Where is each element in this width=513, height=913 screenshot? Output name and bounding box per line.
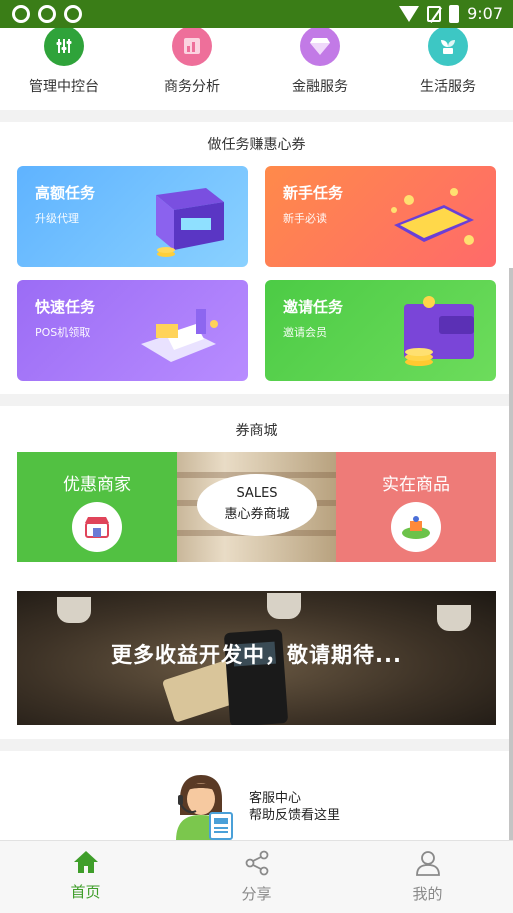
tab-home[interactable]: 首页 [0, 841, 171, 913]
app-notification-icon [64, 5, 82, 23]
home-icon [73, 851, 98, 873]
discount-merchants-label: 优惠商家 [63, 475, 131, 495]
tab-label: 首页 [70, 883, 101, 901]
status-bar: 9:07 [0, 0, 513, 28]
battery-icon [449, 4, 460, 23]
home-scroll-area[interactable]: 管理中控台 商务分析 金融服务 生活服务 做任务赚惠心券 高额任务 升级代理 新… [0, 28, 513, 840]
phone-coins-illustration [391, 188, 474, 245]
wallet-coins-illustration [404, 296, 474, 366]
status-time: 9:07 [467, 4, 503, 23]
task-card-premium[interactable]: 高额任务 升级代理 [17, 166, 248, 267]
bottom-tab-bar: 首页 分享 我的 [0, 840, 513, 913]
quick-nav: 管理中控台 商务分析 金融服务 生活服务 [0, 28, 513, 110]
promo-banner[interactable]: 更多收益开发中，敬请期待... [17, 591, 496, 725]
analysis-icon [172, 28, 212, 66]
task-card-subtitle: 升级代理 [35, 212, 79, 225]
quick-nav-console[interactable]: 管理中控台 [0, 28, 128, 96]
diamond-icon [300, 28, 340, 66]
plant-icon [428, 28, 468, 66]
coupon-mall-text: 惠心券商城 [224, 507, 290, 522]
tasks-section: 做任务赚惠心券 高额任务 升级代理 新手任务 新手必读 快速任务 POS机领取 … [0, 122, 513, 394]
task-card-title: 新手任务 [283, 184, 344, 202]
tab-label: 我的 [412, 885, 443, 903]
tab-profile[interactable]: 我的 [342, 841, 513, 913]
app-notification-icon [12, 5, 30, 23]
pos-machine-illustration [141, 309, 218, 362]
real-goods-label: 实在商品 [382, 475, 450, 495]
promo-section: 更多收益开发中，敬请期待... [0, 582, 513, 739]
quick-nav-label: 商务分析 [164, 79, 220, 95]
quick-nav-label: 金融服务 [292, 79, 348, 95]
mall-title: 券商城 [235, 423, 278, 439]
shop-icon [72, 502, 122, 552]
task-card-subtitle: 邀请会员 [283, 326, 327, 339]
task-card-title: 邀请任务 [283, 298, 344, 316]
share-icon [245, 850, 268, 876]
quick-nav-label: 生活服务 [420, 79, 476, 95]
customer-service-avatar [176, 775, 233, 840]
discount-merchants-button[interactable]: 优惠商家 [17, 452, 177, 562]
mall-banner: 优惠商家 SALES 惠心券商城 实在商品 [17, 452, 496, 562]
mall-section: 券商城 优惠商家 SALES 惠心券商城 实在商品 [0, 406, 513, 582]
task-card-newbie[interactable]: 新手任务 新手必读 [265, 166, 496, 267]
notification-icons [12, 5, 82, 23]
quick-nav-label: 管理中控台 [29, 79, 99, 95]
customer-service-section[interactable]: 客服中心 帮助反馈看这里 [0, 751, 513, 840]
app-notification-icon [38, 5, 56, 23]
promo-banner-text: 更多收益开发中，敬请期待... [111, 643, 402, 667]
task-card-subtitle: POS机领取 [35, 326, 91, 339]
goods-icon [391, 502, 441, 552]
quick-nav-life-service[interactable]: 生活服务 [384, 28, 512, 96]
system-status: 9:07 [399, 4, 503, 23]
sliders-icon [44, 28, 84, 66]
no-sim-icon [427, 5, 442, 22]
sales-text: SALES [236, 486, 278, 501]
task-card-title: 高额任务 [35, 184, 96, 202]
sales-badge: SALES 惠心券商城 [197, 474, 317, 536]
task-card-title: 快速任务 [35, 298, 96, 316]
cash-machine-illustration [156, 188, 224, 257]
real-goods-button[interactable]: 实在商品 [336, 452, 496, 562]
tasks-title: 做任务赚惠心券 [207, 137, 306, 153]
task-card-invite[interactable]: 邀请任务 邀请会员 [265, 280, 496, 381]
scrollbar[interactable] [509, 268, 513, 840]
customer-service-subtitle: 帮助反馈看这里 [249, 808, 341, 823]
quick-nav-finance[interactable]: 金融服务 [256, 28, 384, 96]
tab-share[interactable]: 分享 [171, 841, 342, 913]
quick-nav-business-analysis[interactable]: 商务分析 [128, 28, 256, 96]
task-card-subtitle: 新手必读 [283, 212, 327, 225]
wifi-icon [399, 5, 420, 22]
task-card-quick[interactable]: 快速任务 POS机领取 [17, 280, 248, 381]
user-icon [415, 851, 440, 876]
tab-label: 分享 [241, 885, 272, 903]
coupon-mall-banner[interactable]: SALES 惠心券商城 [177, 452, 336, 562]
